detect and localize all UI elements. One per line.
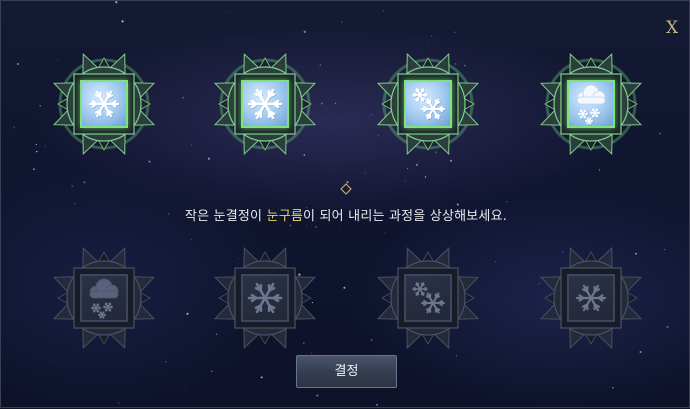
confirm-button[interactable]: 결정 [296, 355, 397, 388]
choice-tile-3[interactable] [368, 238, 488, 358]
sequence-slot-3[interactable] [368, 44, 488, 164]
snow-cloud-icon [82, 276, 126, 320]
sequence-slot-tile-1 [80, 80, 128, 128]
choice-tile-4[interactable] [531, 238, 651, 358]
choice-tile-tile-1 [80, 274, 128, 322]
prompt-text: 작은 눈결정이 눈구름이 되어 내리는 과정을 상상해보세요. [1, 205, 690, 224]
sequence-slot-tile-2 [241, 80, 289, 128]
prompt-after: 이 되어 내리는 과정을 상상해보세요. [303, 209, 507, 224]
sequence-slot-4[interactable] [531, 44, 651, 164]
single-snowflake-icon [82, 82, 126, 126]
large-snowflake-icon [243, 276, 287, 320]
puzzle-dialog: X 작은 눈결정이 눈구름이 되어 내리는 과정을 상상해보세요. [0, 0, 690, 408]
snow-cloud-icon [569, 82, 613, 126]
choice-tile-2[interactable] [205, 238, 325, 358]
choice-tile-1[interactable] [44, 238, 164, 358]
snowflake-cluster-icon [406, 276, 450, 320]
close-button[interactable]: X [661, 17, 683, 39]
choice-tile-tile-3 [404, 274, 452, 322]
snowflake-cluster-icon [406, 82, 450, 126]
sequence-slot-tile-3 [404, 80, 452, 128]
sequence-slot-1[interactable] [44, 44, 164, 164]
choice-tile-tile-4 [567, 274, 615, 322]
prompt-highlight: 눈구름 [267, 209, 303, 224]
divider [11, 181, 681, 197]
large-snowflake-icon [243, 82, 287, 126]
choice-tile-tile-2 [241, 274, 289, 322]
sequence-slot-tile-4 [567, 80, 615, 128]
single-snowflake-icon [569, 276, 613, 320]
sequence-slot-2[interactable] [205, 44, 325, 164]
prompt-before: 작은 눈결정이 [185, 209, 267, 224]
